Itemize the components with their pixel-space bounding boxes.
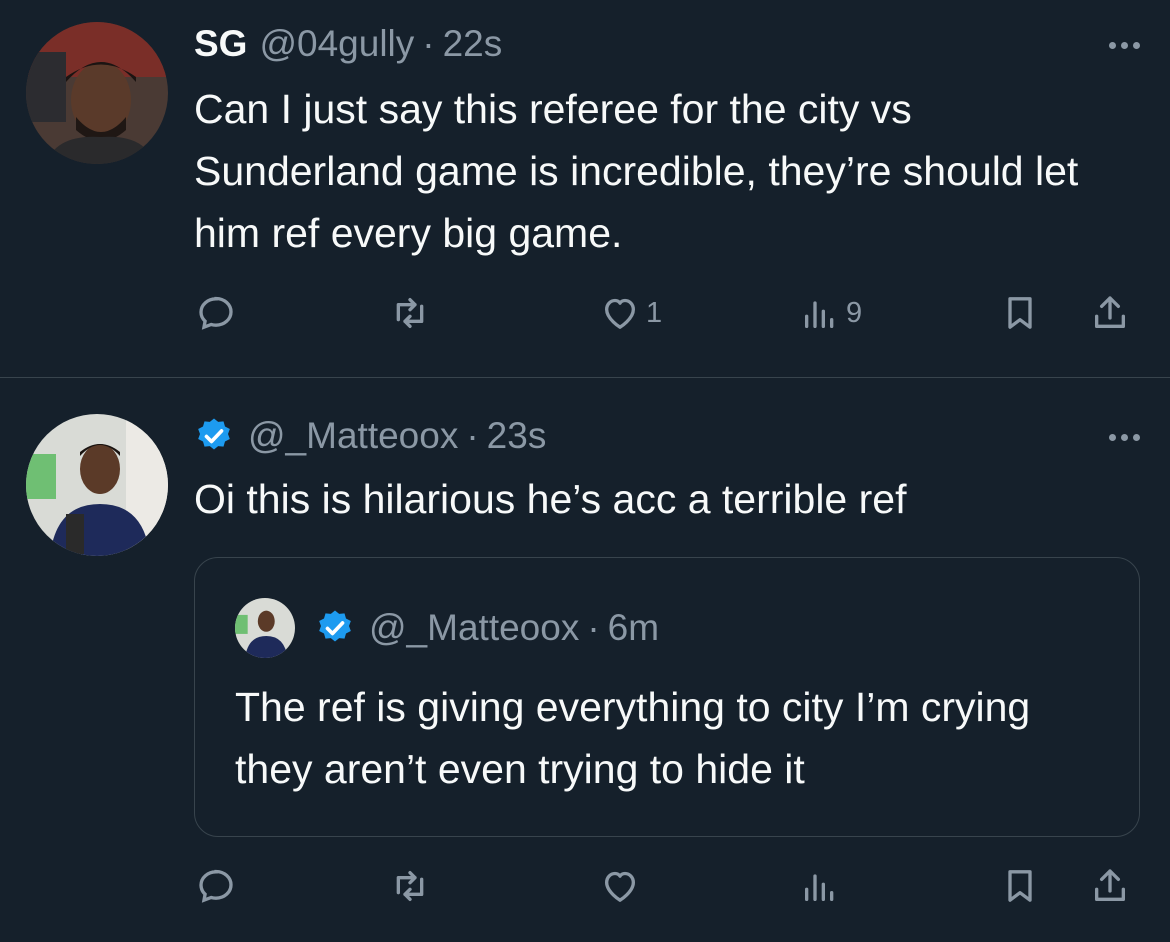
views-icon	[805, 301, 834, 328]
reply-icon	[199, 869, 233, 903]
display-name[interactable]: SG	[194, 23, 247, 65]
view-count: 9	[846, 296, 863, 329]
bookmark-icon	[1008, 297, 1032, 329]
like-icon	[605, 871, 635, 902]
timestamp[interactable]: 22s	[443, 23, 503, 65]
retweet-button[interactable]	[390, 283, 430, 343]
views-button[interactable]	[800, 856, 840, 916]
reply-button[interactable]	[196, 856, 236, 916]
tweet[interactable]: @_Matteoox · 23s Oi this is hilarious he…	[0, 378, 1170, 942]
quoted-tweet-text: The ref is giving everything to city I’m…	[235, 684, 1031, 792]
retweet-icon	[396, 298, 424, 328]
like-icon	[605, 298, 635, 329]
like-button[interactable]	[600, 856, 640, 916]
bookmark-button[interactable]	[1000, 283, 1040, 343]
verified-badge-icon	[198, 418, 230, 450]
more-icon[interactable]	[1109, 434, 1140, 441]
share-icon	[1095, 869, 1125, 901]
bookmark-icon	[1008, 870, 1032, 902]
quoted-tweet-header: @_Matteoox · 6m	[235, 598, 659, 658]
like-button[interactable]: 1	[600, 283, 662, 343]
tweet-header: SG @04gully · 22s	[194, 19, 502, 69]
like-count: 1	[646, 296, 663, 329]
share-button[interactable]	[1090, 283, 1130, 343]
username[interactable]: @04gully	[259, 23, 414, 65]
separator-dot: ·	[587, 607, 600, 648]
tweet[interactable]: SG @04gully · 22s Can I just say this re…	[0, 0, 1170, 377]
tweet-text: Can I just say this referee for the city…	[194, 86, 1079, 256]
reply-icon	[199, 296, 233, 330]
avatar[interactable]	[26, 22, 168, 164]
views-button[interactable]: 9	[800, 283, 862, 343]
reply-button[interactable]	[196, 283, 236, 343]
separator-dot: ·	[422, 23, 435, 64]
username[interactable]: @_Matteoox	[248, 415, 458, 457]
timestamp: 6m	[607, 607, 660, 648]
avatar[interactable]	[26, 414, 168, 556]
bookmark-button[interactable]	[1000, 856, 1040, 916]
retweet-button[interactable]	[390, 856, 430, 916]
retweet-icon	[396, 871, 424, 901]
more-icon[interactable]	[1109, 42, 1140, 49]
tweet-header: @_Matteoox · 23s	[194, 411, 546, 461]
views-icon	[805, 874, 834, 901]
share-button[interactable]	[1090, 856, 1130, 916]
avatar	[235, 598, 295, 658]
quoted-tweet[interactable]: @_Matteoox · 6m The ref is giving everyt…	[194, 557, 1140, 837]
verified-badge-icon	[319, 610, 351, 642]
tweet-text: Oi this is hilarious he’s acc a terrible…	[194, 476, 907, 522]
username: @_Matteoox	[369, 607, 580, 648]
timestamp[interactable]: 23s	[487, 415, 547, 457]
separator-dot: ·	[466, 415, 479, 456]
action-bar	[0, 856, 1170, 916]
action-bar: 1 9	[0, 283, 1170, 343]
share-icon	[1095, 296, 1125, 328]
